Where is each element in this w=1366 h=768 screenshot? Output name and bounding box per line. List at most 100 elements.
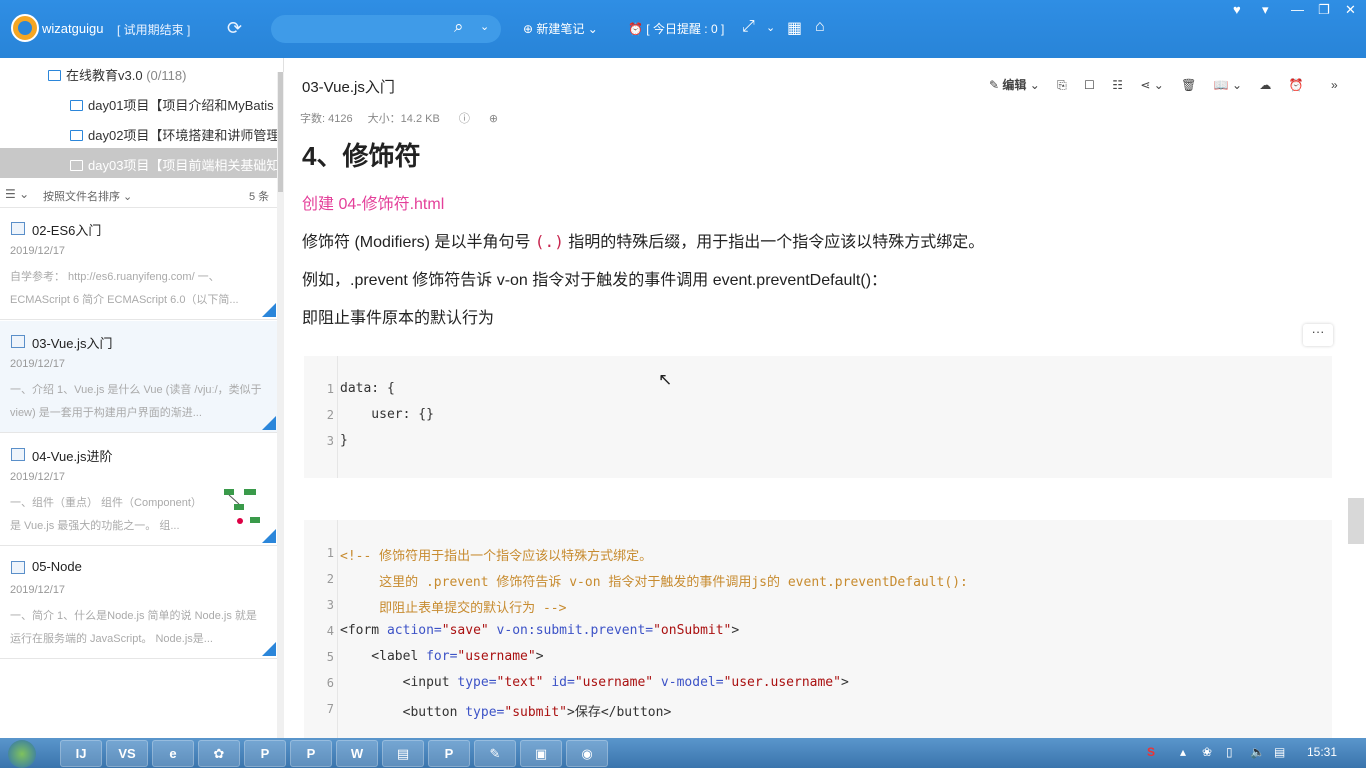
note-title-heading[interactable]: 03-Vue.js入门 [302,76,395,97]
comment-icon[interactable]: ☐ [1084,78,1095,92]
paragraph-text: 指明的特殊后缀，用于指出一个指令应该以特殊方式绑定。 [568,234,985,251]
tree-folder-item[interactable]: day02项目【环境搭建和讲师管理 [0,118,278,148]
add-tag-icon[interactable]: ⊕ [489,113,498,125]
code-attr: for= [426,649,458,664]
corner-mark-icon [262,303,276,317]
folder-icon [70,160,83,171]
delete-icon[interactable]: 🗑 [1181,78,1196,92]
word-count: 字数: 4126 [300,113,353,125]
chevron-down-icon[interactable]: ⌄ [480,20,489,33]
code-attr: v-model= [653,675,724,690]
note-list-item[interactable]: 02-ES6入门 2019/12/17 自学参考： http://es6.rua… [0,208,278,320]
corner-mark-icon [262,529,276,543]
list-view-icon[interactable]: ☰ ⌄ [5,187,29,201]
code-block-1[interactable]: 1 2 3 data: { user: {} } [304,356,1332,478]
taskbar-app-button[interactable]: P [244,740,286,767]
share-icon[interactable]: ⋖ ⌄ [1140,78,1163,92]
note-title: 04-Vue.js进阶 [32,449,113,464]
taskbar-app-button[interactable]: P [428,740,470,767]
note-icon [11,222,25,235]
edit-button[interactable]: ✎ 编辑 ⌄ [989,76,1040,93]
network-icon[interactable]: ▤ [1274,745,1285,759]
history-icon[interactable]: ☷ [1112,78,1123,92]
more-options-button[interactable]: ··· [1303,324,1333,346]
folder-count: (0/118) [146,68,187,83]
search-input[interactable] [271,15,501,43]
line-number: 2 [326,408,334,422]
code-gutter [337,356,338,478]
clock[interactable]: 15:31 [1307,745,1337,759]
code-attr: id= [543,675,575,690]
code-line: <button type="submit">保存</button> [340,701,672,720]
close-icon[interactable]: ✕ [1345,2,1356,18]
folder-icon [70,100,83,111]
section-heading: 4、修饰符 [302,141,421,171]
note-list-item[interactable]: 04-Vue.js进阶 2019/12/17 一、组件（重点） 组件（Compo… [0,434,278,546]
reader-icon[interactable]: 📖 ⌄ [1214,78,1242,92]
top-bar: wizatguigu [ 试用期结束 ] ⟳ ⌕ ⌄ ⊕ 新建笔记 ⌄ ⏰ [ … [0,0,1366,58]
taskbar-app-button[interactable]: ✎ [474,740,516,767]
sync-icon[interactable]: ⟳ [227,18,242,39]
attachment-icon[interactable]: ⎘ [1057,78,1067,93]
taskbar-app-button[interactable]: W [336,740,378,767]
note-date: 2019/12/17 [10,584,66,596]
taskbar-app-button[interactable]: ▤ [382,740,424,767]
collapse-panel-icon[interactable]: » [1331,78,1338,92]
taskbar-app-button[interactable]: IJ [60,740,102,767]
note-snippet: 一、介绍 1、Vue.js 是什么 Vue (读音 /vjuː/，类似于 vie… [10,384,262,419]
search-icon[interactable]: ⌕ [454,17,464,37]
note-date: 2019/12/17 [10,471,66,483]
skin-icon[interactable]: ♥ [1233,2,1241,17]
taskbar-app-button[interactable]: P [290,740,332,767]
maximize-icon[interactable]: ❐ [1318,2,1330,18]
code-tag: <button [340,705,466,720]
trial-label[interactable]: [ 试用期结束 ] [117,21,190,38]
note-snippet: 自学参考： http://es6.ruanyifeng.com/ 一、ECMAS… [10,271,239,306]
code-tag: > [731,623,740,638]
mouse-pointer-icon: ↖ [658,370,673,389]
tray-device-icon[interactable]: ▯ [1226,745,1233,759]
username-label[interactable]: wizatguigu [42,21,103,36]
sidebar-scrollbar[interactable] [277,72,284,738]
taskbar-app-button[interactable]: ◉ [566,740,608,767]
chevron-down-icon[interactable]: ⌄ [766,21,775,34]
line-number: 2 [326,572,334,586]
code-string: "submit" [504,705,567,720]
tray-app-icon[interactable]: ❀ [1202,745,1212,759]
editor-scrollbar[interactable] [1348,498,1364,544]
code-block-2[interactable]: 1 2 3 4 5 6 7 <!-- 修饰符用于指出一个指令应该以特殊方式绑定。… [304,520,1332,738]
taskbar-app-button[interactable]: VS [106,740,148,767]
tree-folder-item[interactable]: 在线教育v3.0 (0/118) [0,58,278,88]
start-button[interactable] [8,740,36,768]
taskbar-app-button[interactable]: ▣ [520,740,562,767]
info-icon[interactable]: ⓘ [459,113,470,125]
tree-folder-item-selected[interactable]: day03项目【项目前端相关基础知 [0,148,278,178]
code-string: "text" [496,675,544,690]
new-note-button[interactable]: ⊕ 新建笔记 ⌄ [523,20,598,37]
tray-expand-icon[interactable]: ▴ [1180,745,1186,759]
alarm-icon[interactable]: ⏰ [1289,78,1304,92]
volume-icon[interactable]: 🔈 [1250,745,1265,759]
corner-mark-icon [262,416,276,430]
input-method-icon[interactable]: S [1147,745,1155,759]
menu-icon[interactable]: ▾ [1262,2,1269,18]
taskbar-app-button[interactable]: ✿ [198,740,240,767]
note-icon [11,561,25,574]
sidebar: 在线教育v3.0 (0/118) day01项目【项目介绍和MyBatis da… [0,58,284,738]
note-title: 02-ES6入门 [32,223,102,238]
note-editor: 03-Vue.js入门 字数: 4126 大小：14.2 KB ⓘ ⊕ ✎ 编辑… [285,58,1366,738]
minimize-icon[interactable]: — [1291,2,1304,17]
cloud-icon[interactable]: ☁ [1259,78,1271,92]
note-meta: 字数: 4126 大小：14.2 KB ⓘ ⊕ [300,110,498,126]
grid-icon[interactable]: ▦ [787,18,802,38]
reminder-button[interactable]: ⏰ [ 今日提醒 : 0 ] [628,20,724,37]
sort-dropdown[interactable]: 按照文件名排序 ⌄ [43,188,132,204]
note-list-item-selected[interactable]: 03-Vue.js入门 2019/12/17 一、介绍 1、Vue.js 是什么… [0,321,278,433]
line-number: 4 [326,624,334,638]
home-icon[interactable]: ⌂ [815,18,825,36]
note-list-item[interactable]: 05-Node 2019/12/17 一、简介 1、什么是Node.js 简单的… [0,547,278,659]
tree-folder-item[interactable]: day01项目【项目介绍和MyBatis [0,88,278,118]
taskbar-app-button[interactable]: e [152,740,194,767]
fullscreen-icon[interactable]: ⤢ [742,18,755,36]
code-attr: type= [457,675,497,690]
